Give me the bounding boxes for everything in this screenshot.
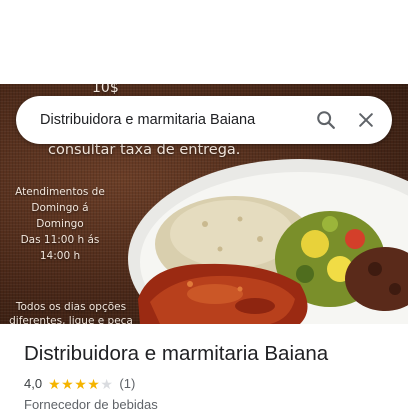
- star-filled-icon: ★: [61, 375, 74, 392]
- hero-price-text: 10$: [92, 84, 119, 96]
- star-filled-icon: ★: [74, 375, 87, 392]
- search-icon: [317, 111, 335, 129]
- star-filled-icon: ★: [87, 375, 100, 392]
- hero-delivery-text: consultar taxa de entrega.: [48, 142, 241, 158]
- rating-stars: ★ ★ ★ ★ ★: [48, 377, 113, 391]
- star-filled-icon: ★: [48, 375, 61, 392]
- hero-promo-text: Todos os dias opções diferentes, ligue e…: [9, 301, 133, 324]
- rating-value: 4,0: [24, 376, 43, 391]
- map-top-area: [0, 0, 408, 84]
- search-button[interactable]: [306, 100, 346, 140]
- close-icon: [359, 113, 373, 127]
- search-input[interactable]: Distribuidora e marmitaria Baiana: [40, 112, 306, 128]
- clear-search-button[interactable]: [346, 100, 386, 140]
- hero-hours-text: Atendimentos de Domingo á Domingo Das 11…: [15, 186, 105, 262]
- search-bar[interactable]: Distribuidora e marmitaria Baiana: [16, 96, 392, 144]
- place-title: Distribuidora e marmitaria Baiana: [24, 342, 329, 365]
- place-category: Fornecedor de bebidas: [24, 397, 158, 412]
- reviews-count[interactable]: (1): [119, 376, 135, 391]
- star-empty-icon: ★: [100, 375, 113, 392]
- rating-row[interactable]: 4,0 ★ ★ ★ ★ ★ (1): [24, 376, 135, 391]
